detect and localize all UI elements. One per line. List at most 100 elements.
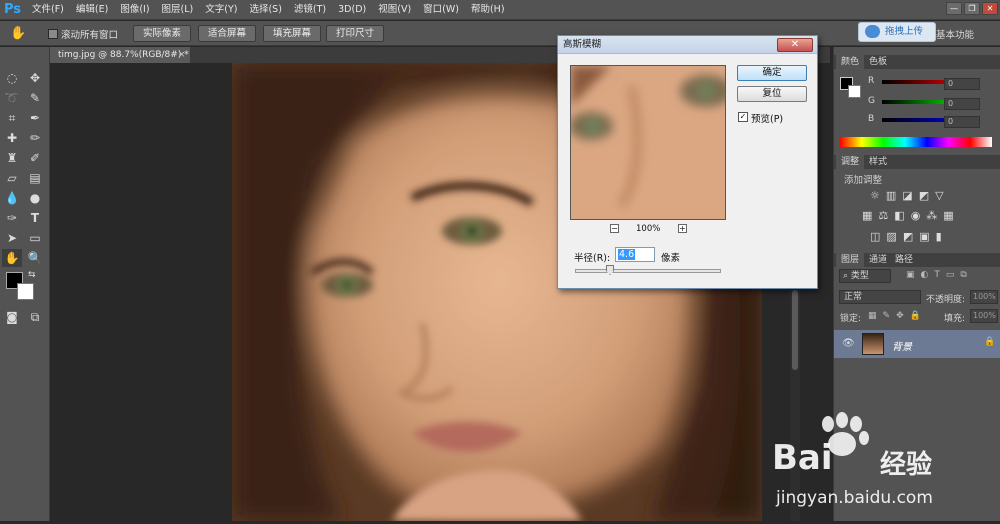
menu-layer[interactable]: 图层(L) bbox=[156, 0, 200, 20]
lock-all-icon[interactable]: 🔒 bbox=[910, 311, 921, 321]
vibrance-icon[interactable]: ▽ bbox=[935, 189, 943, 202]
minimize-button[interactable]: — bbox=[946, 2, 962, 15]
blur-preview[interactable] bbox=[570, 65, 726, 220]
lock-transparent-icon[interactable]: ▦ bbox=[868, 311, 877, 321]
visibility-eye-icon[interactable]: 👁 bbox=[842, 338, 855, 349]
exposure-icon[interactable]: ◩ bbox=[919, 189, 929, 202]
zoom-in-button[interactable]: + bbox=[678, 224, 687, 233]
levels-icon[interactable]: ▥ bbox=[886, 189, 896, 202]
blur-tool-icon[interactable]: 💧 bbox=[2, 189, 22, 207]
quick-select-tool-icon[interactable]: ✎ bbox=[25, 89, 45, 107]
invert-icon[interactable]: ◫ bbox=[870, 230, 880, 243]
brush-tool-icon[interactable]: ✏ bbox=[25, 129, 45, 147]
background-color-swatch[interactable] bbox=[17, 283, 34, 300]
screen-mode-icon[interactable]: ⧉ bbox=[25, 308, 45, 326]
threshold-icon[interactable]: ◩ bbox=[903, 230, 913, 243]
fill-input[interactable]: 100% bbox=[970, 309, 998, 323]
selective-color-icon[interactable]: ▣ bbox=[919, 230, 929, 243]
type-filter-icon[interactable]: T bbox=[934, 270, 940, 280]
document-tab[interactable]: timg.jpg @ 88.7%(RGB/8#) * × bbox=[50, 47, 190, 63]
gradient-tool-icon[interactable]: ▤ bbox=[25, 169, 45, 187]
posterize-icon[interactable]: ▨ bbox=[886, 230, 896, 243]
fit-screen-button[interactable]: 适合屏幕 bbox=[198, 25, 256, 42]
menu-type[interactable]: 文字(Y) bbox=[199, 0, 243, 20]
black-white-icon[interactable]: ◧ bbox=[894, 209, 904, 222]
hand-tool-active-icon[interactable]: ✋ bbox=[2, 249, 22, 267]
swap-colors-icon[interactable]: ⇆ bbox=[28, 270, 36, 280]
radius-slider-track[interactable] bbox=[575, 269, 721, 273]
color-lookup-icon[interactable]: ▦ bbox=[943, 209, 953, 222]
shape-filter-icon[interactable]: ▭ bbox=[946, 270, 955, 280]
drag-upload-button[interactable]: 拖拽上传 bbox=[858, 22, 936, 42]
tab-swatches[interactable]: 色板 bbox=[864, 55, 892, 69]
scroll-all-windows-checkbox[interactable] bbox=[48, 29, 58, 39]
menu-3d[interactable]: 3D(D) bbox=[332, 0, 372, 20]
channel-r-value[interactable]: 0 bbox=[944, 78, 980, 90]
tab-paths[interactable]: 路径 bbox=[890, 253, 918, 267]
close-tab-icon[interactable]: × bbox=[178, 47, 186, 63]
type-tool-icon[interactable]: T bbox=[25, 209, 45, 227]
marquee-tool-icon[interactable]: ◌ bbox=[2, 69, 22, 87]
history-brush-tool-icon[interactable]: ✐ bbox=[25, 149, 45, 167]
reset-button[interactable]: 复位 bbox=[737, 86, 807, 102]
eraser-tool-icon[interactable]: ▱ bbox=[2, 169, 22, 187]
tab-color[interactable]: 颜色 bbox=[836, 55, 865, 69]
dialog-close-button[interactable]: ✕ bbox=[777, 38, 813, 52]
adjustment-filter-icon[interactable]: ◐ bbox=[921, 270, 929, 280]
radius-slider-thumb[interactable] bbox=[606, 265, 614, 275]
menu-filter[interactable]: 滤镜(T) bbox=[288, 0, 332, 20]
color-spectrum-bar[interactable] bbox=[840, 137, 992, 147]
layer-filter-select[interactable]: ⌕ 类型 bbox=[839, 269, 891, 283]
hand-tool-icon[interactable]: ✋ bbox=[10, 26, 26, 41]
menu-image[interactable]: 图像(I) bbox=[114, 0, 155, 20]
menu-window[interactable]: 窗口(W) bbox=[417, 0, 465, 20]
color-panel-background-swatch[interactable] bbox=[848, 85, 861, 98]
tab-adjustments[interactable]: 调整 bbox=[836, 155, 865, 169]
menu-view[interactable]: 视图(V) bbox=[372, 0, 417, 20]
preview-checkbox[interactable]: ✓ bbox=[738, 112, 748, 122]
quick-mask-icon[interactable]: ◙ bbox=[2, 308, 22, 326]
healing-brush-tool-icon[interactable]: ✚ bbox=[2, 129, 22, 147]
channel-g-value[interactable]: 0 bbox=[944, 98, 980, 110]
lock-position-icon[interactable]: ✥ bbox=[896, 311, 904, 321]
tab-styles[interactable]: 样式 bbox=[864, 155, 892, 169]
blend-mode-select[interactable]: 正常 bbox=[839, 290, 921, 304]
channel-mixer-icon[interactable]: ⁂ bbox=[926, 209, 937, 222]
photo-filter-icon[interactable]: ◉ bbox=[911, 209, 921, 222]
layer-row[interactable]: 👁 背景 🔒 bbox=[834, 330, 1000, 358]
zoom-out-button[interactable]: − bbox=[610, 224, 619, 233]
curves-icon[interactable]: ◪ bbox=[902, 189, 912, 202]
workspace-switcher[interactable]: 基本功能 bbox=[936, 27, 974, 41]
hue-saturation-icon[interactable]: ▦ bbox=[862, 209, 872, 222]
tab-layers[interactable]: 图层 bbox=[836, 253, 865, 267]
smart-filter-icon[interactable]: ⧉ bbox=[960, 270, 966, 280]
tab-channels[interactable]: 通道 bbox=[864, 253, 892, 267]
ok-button[interactable]: 确定 bbox=[737, 65, 807, 81]
zoom-tool-icon[interactable]: 🔍 bbox=[25, 249, 45, 267]
menu-file[interactable]: 文件(F) bbox=[26, 0, 70, 20]
maximize-button[interactable]: ❐ bbox=[964, 2, 980, 15]
actual-pixels-button[interactable]: 实际像素 bbox=[133, 25, 191, 42]
print-size-button[interactable]: 打印尺寸 bbox=[326, 25, 384, 42]
eyedropper-tool-icon[interactable]: ✒ bbox=[25, 109, 45, 127]
path-select-tool-icon[interactable]: ➤ bbox=[2, 229, 22, 247]
color-balance-icon[interactable]: ⚖ bbox=[878, 209, 888, 222]
move-tool-icon[interactable]: ✥ bbox=[25, 69, 45, 87]
layer-name[interactable]: 背景 bbox=[892, 338, 912, 353]
dialog-title-bar[interactable]: 高斯模糊 ✕ bbox=[558, 36, 817, 54]
dodge-tool-icon[interactable]: ● bbox=[25, 189, 45, 207]
fill-screen-button[interactable]: 填充屏幕 bbox=[263, 25, 321, 42]
clone-stamp-tool-icon[interactable]: ♜ bbox=[2, 149, 22, 167]
lasso-tool-icon[interactable]: ➰ bbox=[2, 89, 22, 107]
rectangle-tool-icon[interactable]: ▭ bbox=[25, 229, 45, 247]
close-window-button[interactable]: ✕ bbox=[982, 2, 998, 15]
opacity-input[interactable]: 100% bbox=[970, 290, 998, 304]
menu-help[interactable]: 帮助(H) bbox=[465, 0, 511, 20]
lock-pixels-icon[interactable]: ✎ bbox=[883, 311, 891, 321]
radius-input[interactable]: 4.6 bbox=[615, 247, 655, 262]
menu-select[interactable]: 选择(S) bbox=[243, 0, 287, 20]
channel-b-value[interactable]: 0 bbox=[944, 116, 980, 128]
pixel-filter-icon[interactable]: ▣ bbox=[906, 270, 915, 280]
pen-tool-icon[interactable]: ✑ bbox=[2, 209, 22, 227]
scrollbar-thumb[interactable] bbox=[792, 290, 798, 370]
